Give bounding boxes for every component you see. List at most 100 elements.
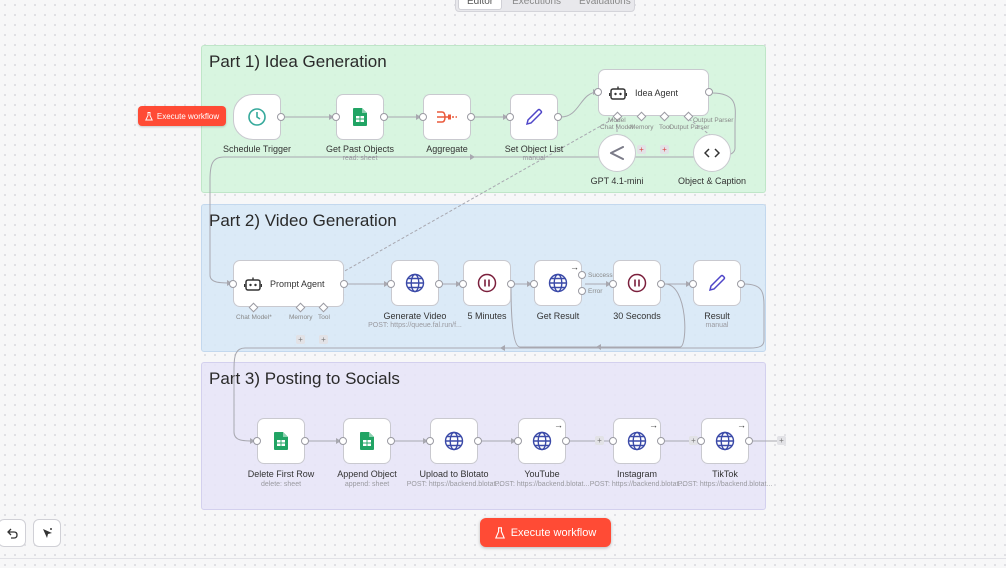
- execute-workflow-trigger-button[interactable]: Execute workflow: [138, 106, 226, 126]
- arrow-right-icon: →: [649, 420, 658, 430]
- input-port[interactable]: [459, 280, 467, 288]
- node-label-upload-blotato: Upload to Blotato: [419, 469, 489, 479]
- globe-icon: [715, 431, 735, 451]
- node-upload-blotato[interactable]: [430, 418, 478, 464]
- section-title-part1: Part 1) Idea Generation: [209, 52, 387, 71]
- node-label-set-object-list: Set Object List: [504, 144, 564, 154]
- node-idea-agent[interactable]: Idea Agent: [598, 69, 709, 116]
- input-port[interactable]: [387, 280, 395, 288]
- add-tool-button[interactable]: +: [319, 335, 328, 344]
- tab-evaluations[interactable]: Evaluations: [571, 0, 639, 9]
- node-delete-first-row[interactable]: [257, 418, 305, 464]
- node-sub-delete-first-row: delete: sheet: [260, 481, 302, 488]
- node-result[interactable]: [693, 260, 741, 306]
- pencil-icon: [524, 107, 544, 127]
- input-port[interactable]: [697, 437, 705, 445]
- input-port[interactable]: [530, 280, 538, 288]
- port-label-chat-model: Chat Model*: [236, 314, 272, 321]
- error-output-port[interactable]: [578, 287, 586, 295]
- input-port[interactable]: [514, 437, 522, 445]
- output-port[interactable]: [467, 113, 475, 121]
- node-label-5-minutes: 5 Minutes: [467, 311, 507, 321]
- output-port[interactable]: [705, 88, 713, 96]
- output-port[interactable]: [745, 437, 753, 445]
- flask-icon: [494, 526, 505, 539]
- node-generate-video[interactable]: [391, 260, 439, 306]
- input-port[interactable]: [332, 113, 340, 121]
- divider: [0, 558, 1006, 559]
- output-port[interactable]: [562, 437, 570, 445]
- output-port[interactable]: [340, 280, 348, 288]
- node-sub-tiktok: POST: https://backend.blotat...: [677, 481, 773, 488]
- output-port[interactable]: [737, 280, 745, 288]
- output-label-error: Error: [588, 288, 603, 295]
- node-label-instagram: Instagram: [616, 469, 658, 479]
- port-label-chat-model: Chat Model: [600, 124, 634, 131]
- success-output-port[interactable]: [578, 271, 586, 279]
- node-30-seconds[interactable]: [613, 260, 661, 306]
- input-port[interactable]: [426, 437, 434, 445]
- node-sub-set-object-list: manual: [522, 155, 546, 162]
- add-tool-button[interactable]: +: [660, 145, 669, 154]
- input-port[interactable]: [339, 437, 347, 445]
- sticky-note-part1[interactable]: Part 1) Idea Generation: [201, 45, 766, 193]
- node-sub-upload-blotato: POST: https://backend.blotat...: [406, 481, 502, 488]
- port-label-memory: Memory: [630, 124, 654, 131]
- tidy-up-button[interactable]: [33, 519, 61, 547]
- output-port[interactable]: [657, 280, 665, 288]
- pencil-icon: [707, 273, 727, 293]
- output-port[interactable]: [474, 437, 482, 445]
- execute-workflow-button[interactable]: Execute workflow: [480, 518, 611, 547]
- node-gpt-41-mini[interactable]: [598, 134, 636, 172]
- tab-editor[interactable]: Editor: [458, 0, 503, 10]
- node-aggregate[interactable]: [423, 94, 471, 140]
- output-port[interactable]: [554, 113, 562, 121]
- output-port[interactable]: [387, 437, 395, 445]
- port-label-model: Model: [608, 117, 626, 124]
- node-get-past-objects[interactable]: [336, 94, 384, 140]
- add-node-button[interactable]: +: [595, 436, 604, 445]
- output-port[interactable]: [435, 280, 443, 288]
- add-node-button[interactable]: +: [777, 436, 786, 445]
- output-port[interactable]: [657, 437, 665, 445]
- node-label-30-seconds: 30 Seconds: [613, 311, 661, 321]
- node-label-delete-first-row: Delete First Row: [247, 469, 315, 479]
- node-label-aggregate: Aggregate: [426, 144, 468, 154]
- add-memory-button[interactable]: +: [296, 335, 305, 344]
- undo-icon: [6, 527, 18, 539]
- node-sub-append-object: append: sheet: [344, 481, 390, 488]
- flask-icon: [144, 111, 153, 121]
- input-port[interactable]: [609, 280, 617, 288]
- output-port[interactable]: [380, 113, 388, 121]
- workflow-canvas[interactable]: Editor Executions Evaluations Part 1) Id…: [0, 0, 1006, 568]
- input-port[interactable]: [609, 437, 617, 445]
- tab-executions[interactable]: Executions: [504, 0, 569, 9]
- input-port[interactable]: [419, 113, 427, 121]
- input-port[interactable]: [229, 280, 237, 288]
- undo-button[interactable]: [0, 519, 26, 547]
- input-port[interactable]: [594, 88, 602, 96]
- clock-icon: [247, 107, 267, 127]
- output-port[interactable]: [507, 280, 515, 288]
- node-label-idea-agent: Idea Agent: [635, 87, 679, 98]
- node-sub-generate-video: POST: https://queue.fal.run/f...: [368, 322, 462, 329]
- node-label-schedule-trigger: Schedule Trigger: [222, 144, 292, 154]
- add-memory-button[interactable]: +: [637, 145, 646, 154]
- node-5-minutes[interactable]: [463, 260, 511, 306]
- node-object-caption[interactable]: [693, 134, 731, 172]
- globe-icon: [405, 273, 425, 293]
- node-prompt-agent[interactable]: Prompt Agent: [233, 260, 344, 307]
- node-sub-instagram: POST: https://backend.blotat...: [589, 481, 685, 488]
- input-port[interactable]: [689, 280, 697, 288]
- node-schedule-trigger[interactable]: [233, 94, 281, 140]
- input-port[interactable]: [253, 437, 261, 445]
- globe-icon: [627, 431, 647, 451]
- node-label-get-past-objects: Get Past Objects: [325, 144, 395, 154]
- node-set-object-list[interactable]: [510, 94, 558, 140]
- node-append-object[interactable]: [343, 418, 391, 464]
- output-port[interactable]: [301, 437, 309, 445]
- output-label-success: Success: [588, 272, 613, 279]
- output-port[interactable]: [277, 113, 285, 121]
- input-port[interactable]: [506, 113, 514, 121]
- port-label-output-parser: Output Parser: [669, 124, 710, 131]
